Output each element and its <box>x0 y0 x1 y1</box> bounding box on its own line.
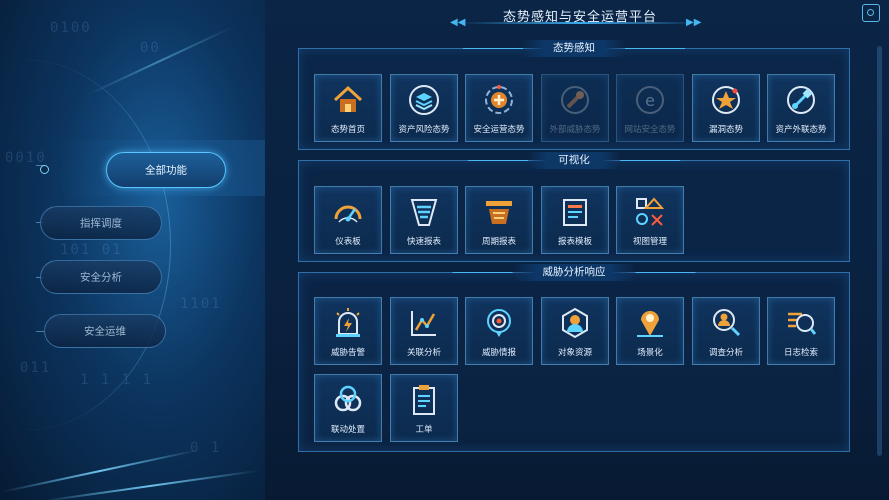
screenshot-icon[interactable] <box>862 4 880 22</box>
tile-website-security[interactable]: e 网站安全态势 <box>616 74 684 142</box>
vulnerability-icon <box>709 83 743 117</box>
view-management-icon <box>633 195 667 229</box>
external-threat-icon <box>558 83 592 117</box>
report-template-icon <box>558 195 592 229</box>
scrollbar[interactable] <box>877 46 882 456</box>
tile-scenario[interactable]: 场景化 <box>616 297 684 365</box>
nav-command-dispatch[interactable]: 指挥调度 <box>40 206 162 240</box>
tile-label: 视图管理 <box>632 237 667 247</box>
threat-intel-icon <box>482 306 516 340</box>
tile-label: 安全运营态势 <box>473 125 525 135</box>
tile-label: 报表模板 <box>557 237 592 247</box>
bg-digits: 00 <box>140 40 161 56</box>
tile-asset-risk[interactable]: 资产风险态势 <box>390 74 458 142</box>
investigation-icon <box>709 306 743 340</box>
light-streak <box>40 469 260 500</box>
tile-vulnerability[interactable]: 漏洞态势 <box>692 74 760 142</box>
arc-tick <box>36 331 44 332</box>
periodic-report-icon <box>482 195 516 229</box>
tile-security-ops[interactable]: 安全运营态势 <box>465 74 533 142</box>
tile-asset-outreach[interactable]: 资产外联态势 <box>767 74 835 142</box>
tile-object-resource[interactable]: 对象资源 <box>541 297 609 365</box>
tile-label: 对象资源 <box>557 348 592 358</box>
nav-label: 指挥调度 <box>80 217 122 230</box>
tile-label: 威胁情报 <box>481 348 516 358</box>
asset-outreach-icon <box>784 83 818 117</box>
tile-label: 资产外联态势 <box>775 125 827 135</box>
linkage-icon <box>331 383 365 417</box>
nav-security-analysis[interactable]: 安全分析 <box>40 260 162 294</box>
section-title: 威胁分析响应 <box>452 264 696 281</box>
tile-label: 威胁告警 <box>330 348 365 358</box>
tile-view-management[interactable]: 视图管理 <box>616 186 684 254</box>
website-security-icon: e <box>633 83 667 117</box>
tile-report-template[interactable]: 报表模板 <box>541 186 609 254</box>
tile-periodic-report[interactable]: 周期报表 <box>465 186 533 254</box>
tile-correlation[interactable]: 关联分析 <box>390 297 458 365</box>
header-chevron-icon: ▶▶ <box>686 17 702 28</box>
scenario-pin-icon <box>633 306 667 340</box>
nav-label: 安全分析 <box>80 271 122 284</box>
nav-label: 安全运维 <box>84 325 126 338</box>
log-search-icon <box>784 306 818 340</box>
tile-label: 快速报表 <box>406 237 441 247</box>
gauge-icon <box>331 195 365 229</box>
correlation-icon <box>407 306 441 340</box>
tile-investigation[interactable]: 调查分析 <box>692 297 760 365</box>
light-streak <box>1 449 199 493</box>
header-chevron-icon: ◀◀ <box>450 17 466 28</box>
tile-quick-report[interactable]: 快速报表 <box>390 186 458 254</box>
tile-threat-intel[interactable]: 威胁情报 <box>465 297 533 365</box>
tile-external-threat[interactable]: 外部威胁态势 <box>541 74 609 142</box>
quick-report-icon <box>407 195 441 229</box>
tile-label: 联动处置 <box>330 425 365 435</box>
tile-label: 关联分析 <box>406 348 441 358</box>
tile-label: 漏洞态势 <box>708 125 743 135</box>
svg-text:e: e <box>645 91 655 110</box>
nav-security-ops[interactable]: 安全运维 <box>44 314 166 348</box>
tile-label: 外部威胁态势 <box>549 125 601 135</box>
tile-work-order[interactable]: 工单 <box>390 374 458 442</box>
work-order-icon <box>407 383 441 417</box>
tile-label: 态势首页 <box>330 125 365 135</box>
tile-label: 仪表板 <box>335 237 361 247</box>
tile-linkage[interactable]: 联动处置 <box>314 374 382 442</box>
bg-digits: 1101 <box>180 296 222 312</box>
tile-label: 场景化 <box>637 348 663 358</box>
tile-label: 调查分析 <box>708 348 743 358</box>
tile-label: 日志检索 <box>783 348 818 358</box>
section-title: 态势感知 <box>463 40 685 57</box>
nav-label: 全部功能 <box>145 164 187 177</box>
tile-label: 工单 <box>415 425 433 435</box>
tile-label: 资产风险态势 <box>398 125 450 135</box>
tile-label: 网站安全态势 <box>624 125 676 135</box>
tile-label: 周期报表 <box>481 237 516 247</box>
page-title: 态势感知与安全运营平台 <box>502 10 657 25</box>
nav-all-functions[interactable]: 全部功能 <box>106 152 226 188</box>
tile-log-search[interactable]: 日志检索 <box>767 297 835 365</box>
light-streak <box>87 26 233 96</box>
security-ops-icon <box>482 83 516 117</box>
asset-layers-icon <box>407 83 441 117</box>
left-background: 0100 00 0010 1101 101 01 1 1 1 1 011 0 1 <box>0 0 265 500</box>
object-resource-icon <box>558 306 592 340</box>
arc-marker <box>40 165 49 174</box>
section-title: 可视化 <box>468 152 679 169</box>
tile-situation-home[interactable]: 态势首页 <box>314 74 382 142</box>
tile-threat-alarm[interactable]: 威胁告警 <box>314 297 382 365</box>
home-icon <box>331 83 365 117</box>
alarm-icon <box>331 306 365 340</box>
tile-dashboard[interactable]: 仪表板 <box>314 186 382 254</box>
bg-digits: 0 1 <box>190 440 222 456</box>
bg-digits: 0100 <box>50 20 92 36</box>
